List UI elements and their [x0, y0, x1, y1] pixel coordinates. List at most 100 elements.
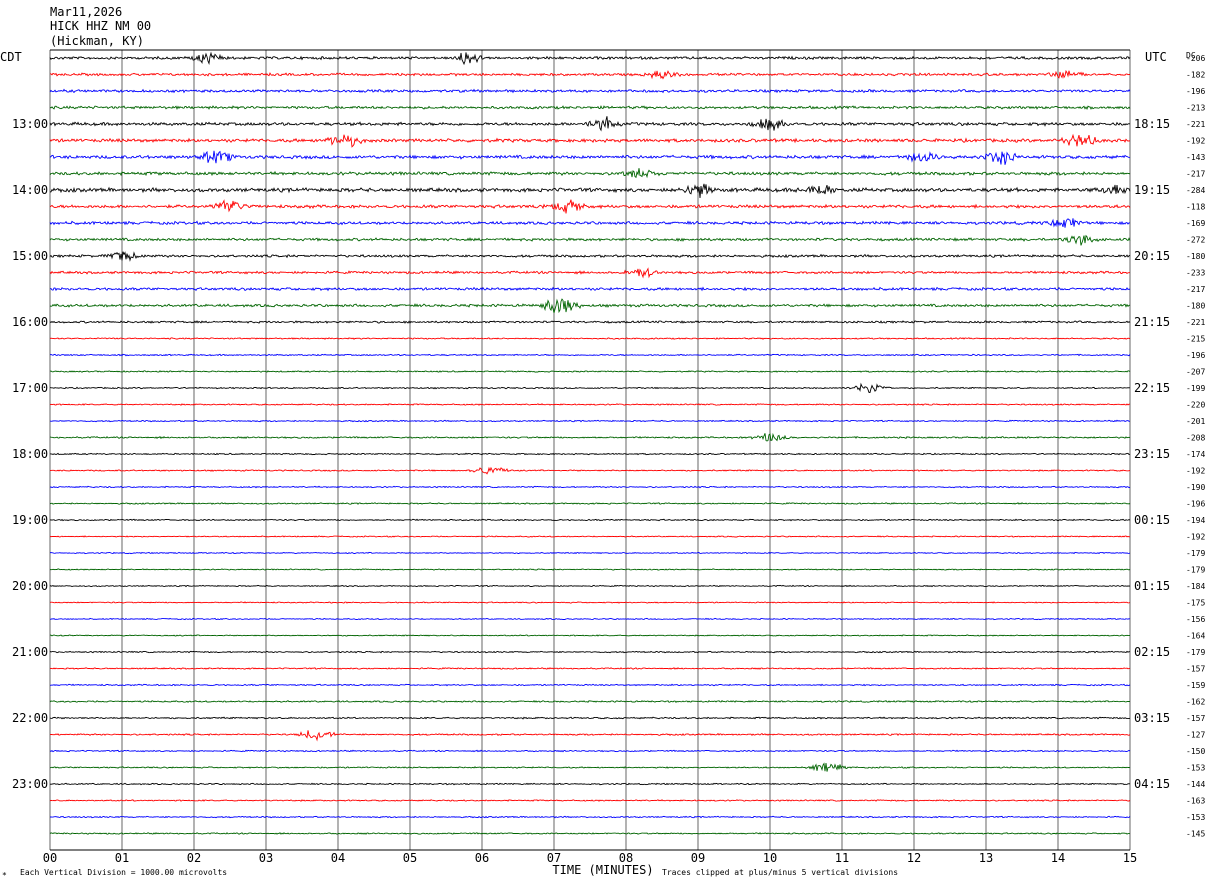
left-time-label: 14:00 — [12, 183, 48, 197]
x-tick-label: 11 — [835, 851, 849, 865]
left-time-label: 16:00 — [12, 315, 48, 329]
dc-offset-value: -182 — [1186, 71, 1205, 80]
dc-offset-value: -156 — [1186, 615, 1205, 624]
footer-corner-mark: * — [2, 871, 7, 880]
seismic-trace — [49, 568, 1131, 571]
dc-offset-value: -175 — [1186, 599, 1205, 608]
right-time-labels: 18:15 19:15 20:15 21:15 22:15 23:15 00:15 01:15… — [1134, 117, 1170, 791]
dc-offset-value: -153 — [1186, 764, 1205, 773]
dc-offset-value: -169 — [1186, 219, 1205, 228]
seismic-trace — [49, 105, 1131, 110]
seismic-trace — [49, 353, 1131, 357]
seismic-trace — [49, 551, 1131, 555]
seismic-trace — [49, 88, 1131, 94]
x-tick-label: 14 — [1051, 851, 1065, 865]
dc-offset-value: -192 — [1186, 533, 1205, 542]
seismic-trace — [49, 337, 1131, 340]
x-axis-label: TIME (MINUTES) — [552, 863, 653, 877]
seismic-trace — [49, 617, 1131, 621]
right-time-label: 20:15 — [1134, 249, 1170, 263]
seismic-trace — [49, 251, 1131, 262]
x-tick-label: 05 — [403, 851, 417, 865]
dc-offset-value: -196 — [1186, 351, 1205, 360]
seismic-trace — [49, 634, 1131, 637]
seismic-traces — [49, 51, 1131, 835]
footer-scale-note: Each Vertical Division = 1000.00 microvo… — [20, 868, 227, 877]
seismic-trace — [49, 403, 1131, 406]
grid-lines — [49, 49, 1131, 851]
seismic-trace — [49, 432, 1131, 442]
seismic-trace — [49, 370, 1131, 373]
x-tick-label: 04 — [331, 851, 345, 865]
seismic-trace — [49, 762, 1131, 772]
seismic-trace — [49, 51, 1131, 66]
seismic-trace — [49, 267, 1131, 279]
seismic-trace — [49, 535, 1131, 538]
seismic-trace — [49, 298, 1131, 314]
dc-offset-value: -233 — [1186, 269, 1205, 278]
dc-offset-value: -179 — [1186, 566, 1205, 575]
dc-offset-value: -144 — [1186, 780, 1205, 789]
dc-offset-value: -190 — [1186, 483, 1205, 492]
x-tick-label: 15 — [1123, 851, 1137, 865]
dc-offset-value: -221 — [1186, 318, 1205, 327]
dc-offset-value: -213 — [1186, 104, 1205, 113]
seismic-trace — [49, 832, 1131, 835]
seismic-trace — [49, 183, 1131, 198]
dc-offset-value: -199 — [1186, 384, 1205, 393]
left-time-labels: 13:00 14:00 15:00 16:00 17:00 18:00 19:00 20:00… — [12, 117, 48, 791]
x-tick-label: 09 — [691, 851, 705, 865]
dc-offset-value: -220 — [1186, 401, 1205, 410]
seismic-trace — [49, 699, 1131, 703]
seismic-trace — [49, 815, 1131, 819]
seismic-trace — [49, 749, 1131, 753]
left-time-label: 13:00 — [12, 117, 48, 131]
left-time-label: 20:00 — [12, 579, 48, 593]
seismic-trace — [49, 667, 1131, 670]
x-tick-label: 00 — [43, 851, 57, 865]
seismic-trace — [49, 502, 1131, 505]
right-time-label: 18:15 — [1134, 117, 1170, 131]
seismic-trace — [49, 199, 1131, 214]
x-tick-label: 12 — [907, 851, 921, 865]
dc-offset-value: -157 — [1186, 665, 1205, 674]
right-time-label: 19:15 — [1134, 183, 1170, 197]
left-time-label: 21:00 — [12, 645, 48, 659]
x-tick-label: 10 — [763, 851, 777, 865]
seismic-trace — [49, 485, 1131, 489]
header-station: HICK HHZ NM 00 — [50, 19, 151, 33]
x-tick-label: 02 — [187, 851, 201, 865]
left-time-label: 15:00 — [12, 249, 48, 263]
seismic-trace — [49, 716, 1131, 720]
dc-offset-value: -215 — [1186, 335, 1205, 344]
left-axis-label: CDT — [0, 50, 22, 64]
dc-offset-value: -179 — [1186, 549, 1205, 558]
dc-offset-value: -179 — [1186, 648, 1205, 657]
seismic-trace — [49, 782, 1131, 786]
helicorder-plot: Mar11,2026 HICK HHZ NM 00 (Hickman, KY) … — [0, 5, 1205, 880]
left-time-label: 23:00 — [12, 777, 48, 791]
seismic-trace — [49, 799, 1131, 802]
seismic-trace — [49, 452, 1131, 456]
seismic-trace — [49, 518, 1131, 522]
dc-offset-value: -184 — [1186, 582, 1205, 591]
dc-offset-value: -174 — [1186, 450, 1205, 459]
dc-offset-value: -192 — [1186, 467, 1205, 476]
x-tick-label: 01 — [115, 851, 129, 865]
x-tick-label: 03 — [259, 851, 273, 865]
dc-offset-value: -150 — [1186, 747, 1205, 756]
seismic-trace — [49, 601, 1131, 604]
seismic-trace — [49, 286, 1131, 292]
seismic-trace — [49, 382, 1130, 393]
seismic-trace — [49, 168, 1131, 179]
footer-clip-note: Traces clipped at plus/minus 5 vertical … — [662, 868, 898, 877]
dc-offset-value: -145 — [1186, 830, 1205, 839]
dc-offset-values: -206 -182 -196 -213 -221 -192 -143 -217 -284 -118… — [1186, 54, 1205, 839]
dc-offset-value: -192 — [1186, 137, 1205, 146]
seismic-trace — [49, 320, 1131, 324]
right-time-label: 04:15 — [1134, 777, 1170, 791]
right-time-label: 22:15 — [1134, 381, 1170, 395]
dc-offset-value: -194 — [1186, 516, 1205, 525]
seismic-trace — [49, 730, 1131, 742]
x-tick-label: 06 — [475, 851, 489, 865]
